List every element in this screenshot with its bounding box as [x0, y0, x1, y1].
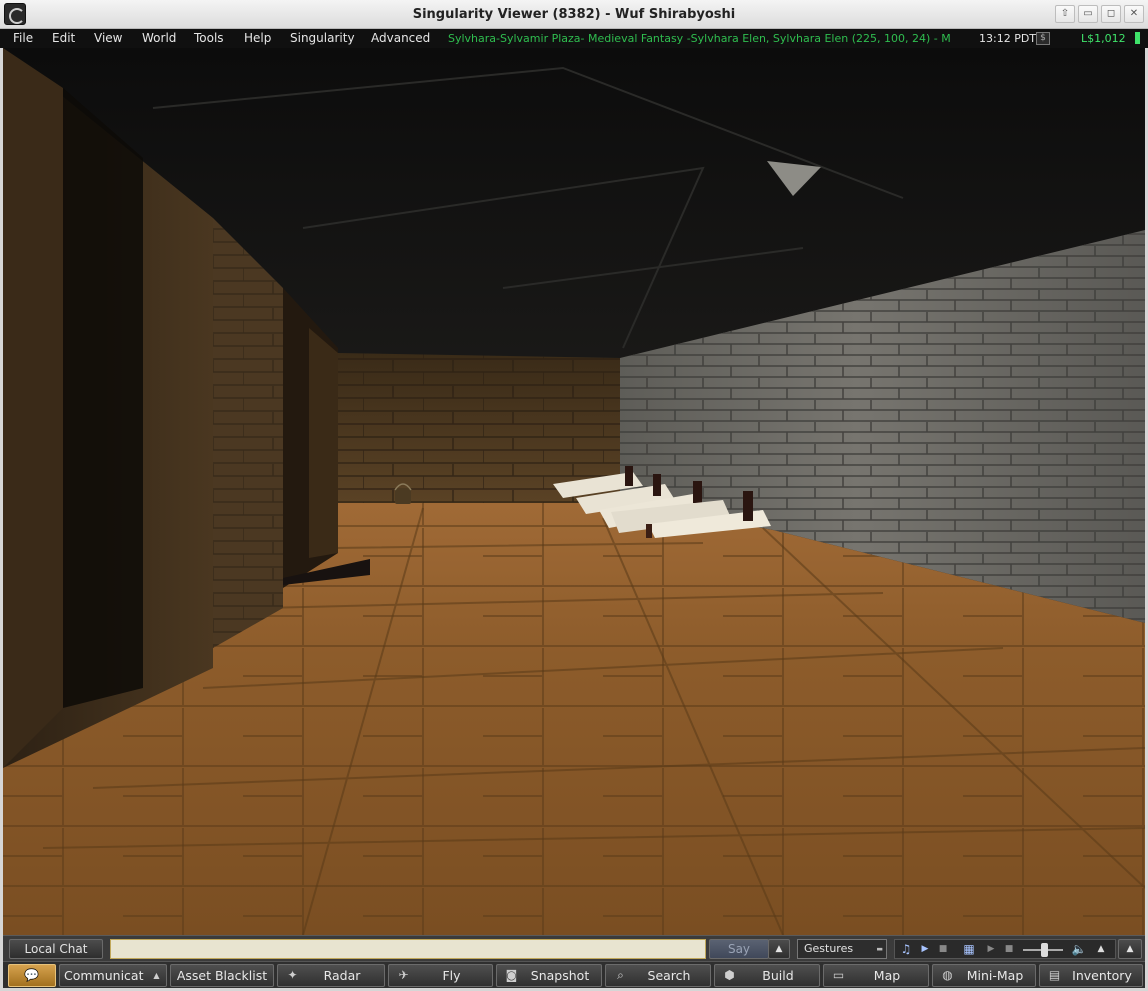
- asset-blacklist-label: Asset Blacklist: [176, 968, 268, 983]
- maximize-button[interactable]: ◻: [1101, 5, 1121, 23]
- media-expand-icon[interactable]: ▲: [1093, 941, 1109, 957]
- build-button[interactable]: ⬢ Build: [714, 964, 820, 987]
- inventory-button[interactable]: ▤ Inventory: [1039, 964, 1143, 987]
- world-viewport[interactable]: [3, 48, 1145, 935]
- media-stop-icon[interactable]: ■: [1001, 941, 1017, 957]
- mini-map-button[interactable]: ◍ Mini-Map: [932, 964, 1036, 987]
- title-bar: Singularity Viewer (8382) - Wuf Shirabyo…: [0, 0, 1148, 29]
- radar-label: Radar: [323, 968, 361, 983]
- media-controls: ♫ ▶ ■ ▦ ▶ ■ 🔈 ▲: [894, 939, 1116, 959]
- chat-bubble-icon: 💬: [24, 968, 39, 982]
- local-chat-button[interactable]: Local Chat: [9, 939, 103, 959]
- window-title: Singularity Viewer (8382) - Wuf Shirabyo…: [412, 7, 736, 22]
- window-controls: ⇧ ▭ ◻ ✕: [1055, 5, 1144, 23]
- music-play-icon[interactable]: ▶: [917, 941, 933, 957]
- build-cube-icon: ⬢: [724, 968, 735, 982]
- music-stop-icon[interactable]: ■: [935, 941, 951, 957]
- scene-render: [3, 48, 1145, 935]
- media-film-icon[interactable]: ▦: [961, 941, 977, 957]
- menu-bar: File Edit View World Tools Help Singular…: [0, 29, 1148, 48]
- map-label: Map: [873, 968, 901, 983]
- map-button[interactable]: ▭ Map: [823, 964, 929, 987]
- location-info[interactable]: Sylvhara-Sylvamir Plaza- Medieval Fantas…: [448, 31, 951, 47]
- menu-file[interactable]: File: [13, 30, 33, 47]
- radar-icon: ✦: [287, 968, 298, 982]
- menu-help[interactable]: Help: [244, 30, 271, 47]
- chat-input[interactable]: [110, 939, 706, 959]
- build-label: Build: [762, 968, 794, 983]
- communicate-label: Communicat: [64, 968, 144, 983]
- chat-history-button[interactable]: ▲: [768, 939, 790, 959]
- asset-blacklist-button[interactable]: Asset Blacklist: [170, 964, 274, 987]
- camera-icon: ◙: [505, 968, 518, 982]
- media-play-icon[interactable]: ▶: [983, 941, 999, 957]
- inventory-label: Inventory: [1072, 968, 1132, 983]
- fly-button[interactable]: ✈ Fly: [388, 964, 493, 987]
- bottom-toolbar: 💬 Communicat ▲ Asset Blacklist ✦ Radar ✈…: [3, 961, 1145, 988]
- music-note-icon[interactable]: ♫: [898, 941, 914, 957]
- fly-label: Fly: [442, 968, 461, 983]
- volume-slider-handle[interactable]: [1041, 943, 1048, 957]
- map-icon: ▭: [832, 968, 845, 982]
- communicate-button[interactable]: Communicat ▲: [59, 964, 167, 987]
- balance[interactable]: L$1,012: [1081, 31, 1126, 47]
- clock: 13:12 PDT: [979, 32, 1037, 45]
- snapshot-button[interactable]: ◙ Snapshot: [496, 964, 602, 987]
- menu-edit[interactable]: Edit: [52, 30, 75, 47]
- search-button[interactable]: ⌕ Search: [605, 964, 711, 987]
- communicate-flyout-icon[interactable]: ▲: [148, 968, 165, 983]
- chat-toggle-button[interactable]: 💬: [8, 964, 56, 987]
- menu-advanced[interactable]: Advanced: [371, 30, 430, 47]
- buy-currency-icon[interactable]: $: [1036, 32, 1050, 45]
- inventory-icon: ▤: [1048, 968, 1061, 982]
- mini-map-label: Mini-Map: [966, 968, 1024, 983]
- shade-window-button[interactable]: ⇧: [1055, 5, 1075, 23]
- search-icon: ⌕: [617, 968, 624, 982]
- fly-icon: ✈: [398, 968, 409, 982]
- search-label: Search: [647, 968, 691, 983]
- menu-view[interactable]: View: [94, 30, 122, 47]
- menu-world[interactable]: World: [142, 30, 176, 47]
- menu-tools[interactable]: Tools: [194, 30, 224, 47]
- chat-bar: Local Chat Say ▲ Gestures ♫ ▶ ■ ▦ ▶ ■ 🔈 …: [3, 935, 1145, 961]
- gestures-dropdown[interactable]: Gestures: [797, 939, 887, 959]
- globe-icon: ◍: [942, 968, 953, 982]
- radar-button[interactable]: ✦ Radar: [277, 964, 385, 987]
- minimize-button[interactable]: ▭: [1078, 5, 1098, 23]
- close-button[interactable]: ✕: [1124, 5, 1144, 23]
- say-button[interactable]: Say: [709, 939, 769, 959]
- chat-expand-button[interactable]: ▲: [1118, 939, 1142, 959]
- menu-singularity[interactable]: Singularity: [290, 30, 355, 47]
- volume-icon[interactable]: 🔈: [1071, 941, 1087, 957]
- bandwidth-indicator[interactable]: [1135, 32, 1140, 44]
- snapshot-label: Snapshot: [530, 968, 590, 983]
